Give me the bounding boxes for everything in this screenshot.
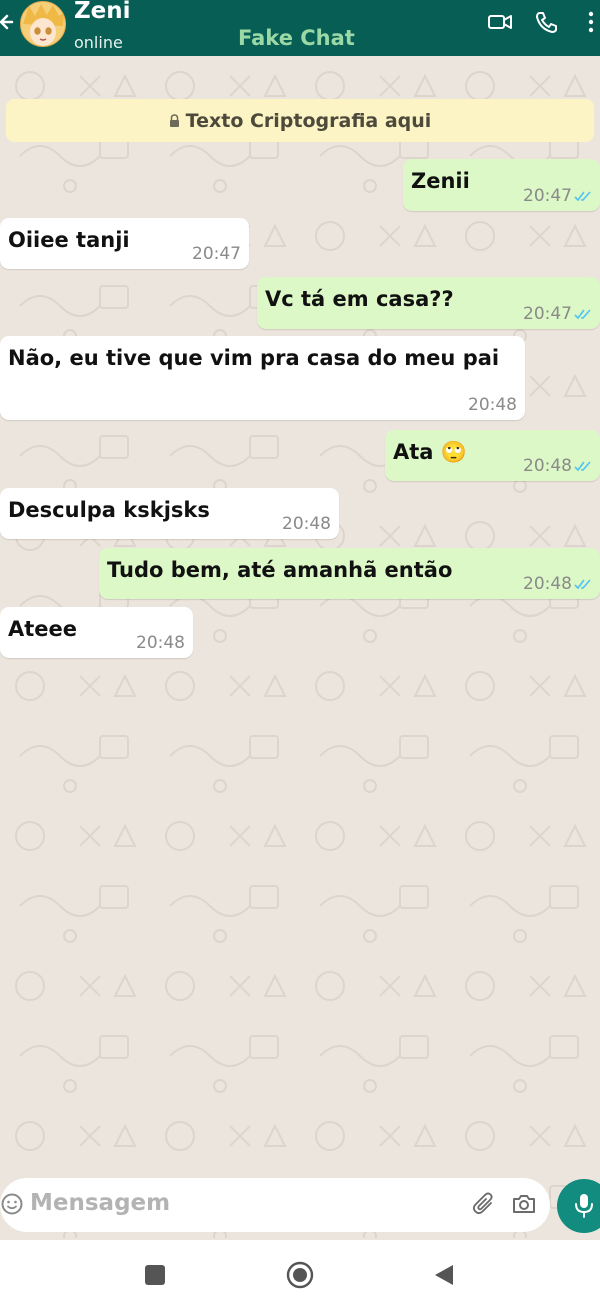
mic-icon <box>575 1194 593 1218</box>
chat-header: Zeni online Fake Chat <box>0 0 600 56</box>
message-text: Tudo bem, até amanhã então <box>107 558 453 582</box>
system-navigation-bar <box>0 1240 600 1301</box>
back-arrow-icon[interactable] <box>0 8 16 36</box>
message-meta: 20:48 <box>468 395 517 415</box>
message-text: Ateee <box>8 617 78 641</box>
message-bubble-incoming[interactable]: Ateee 20:48 <box>0 607 193 658</box>
message-bubble-outgoing[interactable]: Ata 🙄 20:48 <box>385 430 600 481</box>
camera-icon[interactable] <box>512 1192 536 1216</box>
message-bubble-incoming[interactable]: Não, eu tive que vim pra casa do meu pai… <box>0 336 525 420</box>
read-ticks-icon <box>574 461 591 472</box>
contact-name[interactable]: Zeni <box>74 0 131 24</box>
message-meta: 20:48 <box>523 456 592 476</box>
home-icon[interactable] <box>286 1261 314 1289</box>
message-meta: 20:48 <box>523 574 592 594</box>
recents-icon[interactable] <box>145 1265 165 1285</box>
encryption-banner[interactable]: Texto Criptografia aqui <box>6 99 594 142</box>
read-ticks-icon <box>574 579 591 590</box>
back-nav-icon[interactable] <box>433 1263 455 1287</box>
message-input-bar[interactable]: Mensagem <box>0 1178 550 1232</box>
message-text: Ata 🙄 <box>393 440 467 464</box>
message-time: 20:48 <box>282 514 331 534</box>
chat-area[interactable]: Texto Criptografia aqui Zenii 20:47 Oiie… <box>0 56 600 1238</box>
message-bubble-outgoing[interactable]: Zenii 20:47 <box>403 159 600 211</box>
phone-icon[interactable] <box>534 10 560 34</box>
message-meta: 20:47 <box>523 186 592 206</box>
message-time: 20:47 <box>523 304 572 324</box>
message-bubble-outgoing[interactable]: Tudo bem, até amanhã então 20:48 <box>99 548 600 599</box>
message-time: 20:48 <box>523 574 572 594</box>
message-time: 20:48 <box>468 395 517 415</box>
read-ticks-icon <box>574 191 591 202</box>
video-call-icon[interactable] <box>487 10 513 34</box>
message-text: Zenii <box>411 169 470 193</box>
attach-icon[interactable] <box>472 1192 496 1216</box>
avatar[interactable] <box>20 1 66 47</box>
message-time: 20:47 <box>523 186 572 206</box>
message-text: Não, eu tive que vim pra casa do meu pai <box>8 346 500 370</box>
emoji-icon[interactable] <box>1 1193 23 1215</box>
lock-icon <box>169 114 179 127</box>
message-bubble-incoming[interactable]: Oiiee tanji 20:47 <box>0 218 249 269</box>
message-text: Oiiee tanji <box>8 228 130 252</box>
message-bubble-incoming[interactable]: Desculpa kskjsks 20:48 <box>0 488 339 539</box>
encryption-text: Texto Criptografia aqui <box>185 109 432 132</box>
more-vert-icon[interactable] <box>584 10 598 34</box>
app-title: Fake Chat <box>238 26 355 50</box>
message-time: 20:48 <box>523 456 572 476</box>
message-meta: 20:48 <box>282 514 331 534</box>
message-text: Desculpa kskjsks <box>8 498 210 522</box>
message-time: 20:48 <box>136 633 185 653</box>
message-input[interactable]: Mensagem <box>30 1190 170 1216</box>
message-meta: 20:48 <box>136 633 185 653</box>
message-meta: 20:47 <box>523 304 592 324</box>
message-time: 20:47 <box>192 244 241 264</box>
contact-status: online <box>74 33 123 52</box>
message-meta: 20:47 <box>192 244 241 264</box>
message-text: Vc tá em casa?? <box>265 287 454 311</box>
read-ticks-icon <box>574 309 591 320</box>
message-bubble-outgoing[interactable]: Vc tá em casa?? 20:47 <box>257 277 600 329</box>
avatar-image <box>21 2 65 46</box>
